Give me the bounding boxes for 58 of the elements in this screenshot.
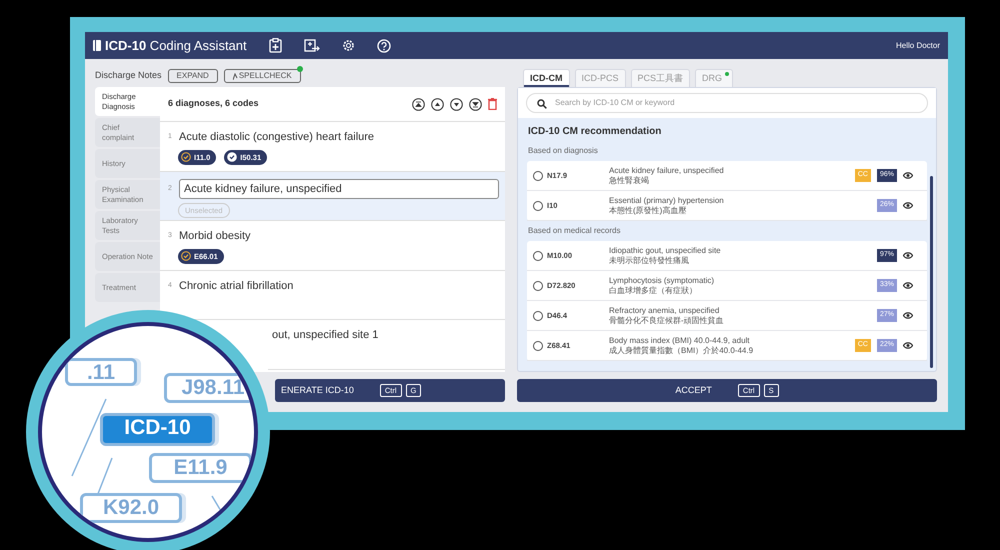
radio-button[interactable] xyxy=(533,170,543,180)
code-tab[interactable]: ICD-CM xyxy=(523,68,570,87)
eye-icon[interactable] xyxy=(903,342,913,349)
notes-label: Discharge Notes xyxy=(95,69,162,82)
delete-icon[interactable] xyxy=(488,98,497,110)
export-icon[interactable] xyxy=(304,39,320,52)
radio-button[interactable] xyxy=(533,280,543,290)
move-down-icon[interactable] xyxy=(450,98,463,110)
diagnosis-name-chinese: 骨髓分化不良症候群-頑固性貧血 xyxy=(609,316,725,326)
radio-button[interactable] xyxy=(533,310,543,320)
search-field[interactable]: Search by ICD-10 CM or keyword xyxy=(526,93,928,113)
diagnosis-input[interactable]: Acute kidney failure, unspecified xyxy=(179,178,499,199)
help-icon[interactable] xyxy=(376,38,391,52)
diagnosis-name: Lymphocytosis (symptomatic) xyxy=(609,276,716,285)
eye-icon[interactable] xyxy=(903,312,913,319)
app-title: ICD-10 Coding Assistant xyxy=(105,36,247,55)
code-tag: E11.9 xyxy=(149,453,252,483)
recommendation-heading: ICD-10 CM recommendation xyxy=(527,125,662,139)
clipboard-plus-icon[interactable] xyxy=(268,38,282,53)
diagnosis-name: Idiopathic gout, unspecified site xyxy=(609,246,722,255)
diagnosis-name-chinese: 未明示部位特發性痛風 xyxy=(609,256,689,266)
search-icon xyxy=(537,99,547,109)
radio-button[interactable] xyxy=(533,340,543,350)
move-up-icon[interactable] xyxy=(431,98,444,110)
diagnosis-name-chinese: 急性腎衰竭 xyxy=(609,176,650,186)
check-icon xyxy=(227,152,238,162)
diagnosis-name: Body mass index (BMI) 40.0-44.9, adult xyxy=(609,336,751,346)
check-icon xyxy=(181,152,191,162)
radio-button[interactable] xyxy=(533,250,543,260)
move-top-icon[interactable] xyxy=(412,98,425,110)
expand-button[interactable]: EXPAND xyxy=(168,69,218,83)
scrollbar[interactable] xyxy=(930,176,933,368)
settings-icon[interactable] xyxy=(342,39,355,52)
eye-icon[interactable] xyxy=(903,202,913,209)
move-bottom-icon[interactable] xyxy=(469,98,482,110)
diagnosis-name: Acute kidney failure, unspecified xyxy=(609,166,725,176)
book-icon xyxy=(93,40,101,51)
diagnosis-row[interactable]: out, unspecified site 1 xyxy=(268,320,505,370)
greeting-text: Hello Doctor xyxy=(896,40,940,52)
diagnosis-name: Refractory anemia, unspecified xyxy=(609,306,720,316)
diagnosis-summary: 6 diagnoses, 6 codes xyxy=(168,97,259,110)
status-dot xyxy=(296,66,303,72)
eye-icon[interactable] xyxy=(903,282,913,289)
diagnosis-name: Essential (primary) hypertension xyxy=(609,196,725,205)
diagnosis-name-chinese: 本態性(原發性)高血壓 xyxy=(609,206,686,216)
group-heading: Based on diagnosis xyxy=(527,145,599,157)
diagnosis-text: Chronic atrial fibrillation xyxy=(179,278,294,294)
diagnosis-text: out, unspecified site 1 xyxy=(272,328,378,343)
diagnosis-name-chinese: 成人身體質量指數（BMI）介於40.0-44.9 xyxy=(609,346,754,356)
eye-icon[interactable] xyxy=(903,172,913,179)
diagnosis-text: Acute diastolic (congestive) heart failure xyxy=(179,130,374,145)
spellcheck-button[interactable]: SPELLCHECK xyxy=(224,69,301,83)
diagnosis-name-chinese: 白血球增多症（有症狀） xyxy=(609,286,697,296)
radio-button[interactable] xyxy=(533,200,543,210)
eye-icon[interactable] xyxy=(903,252,913,259)
group-heading: Based on medical records xyxy=(527,225,622,237)
check-icon xyxy=(181,251,191,262)
diagnosis-text: Morbid obesity xyxy=(179,229,251,244)
